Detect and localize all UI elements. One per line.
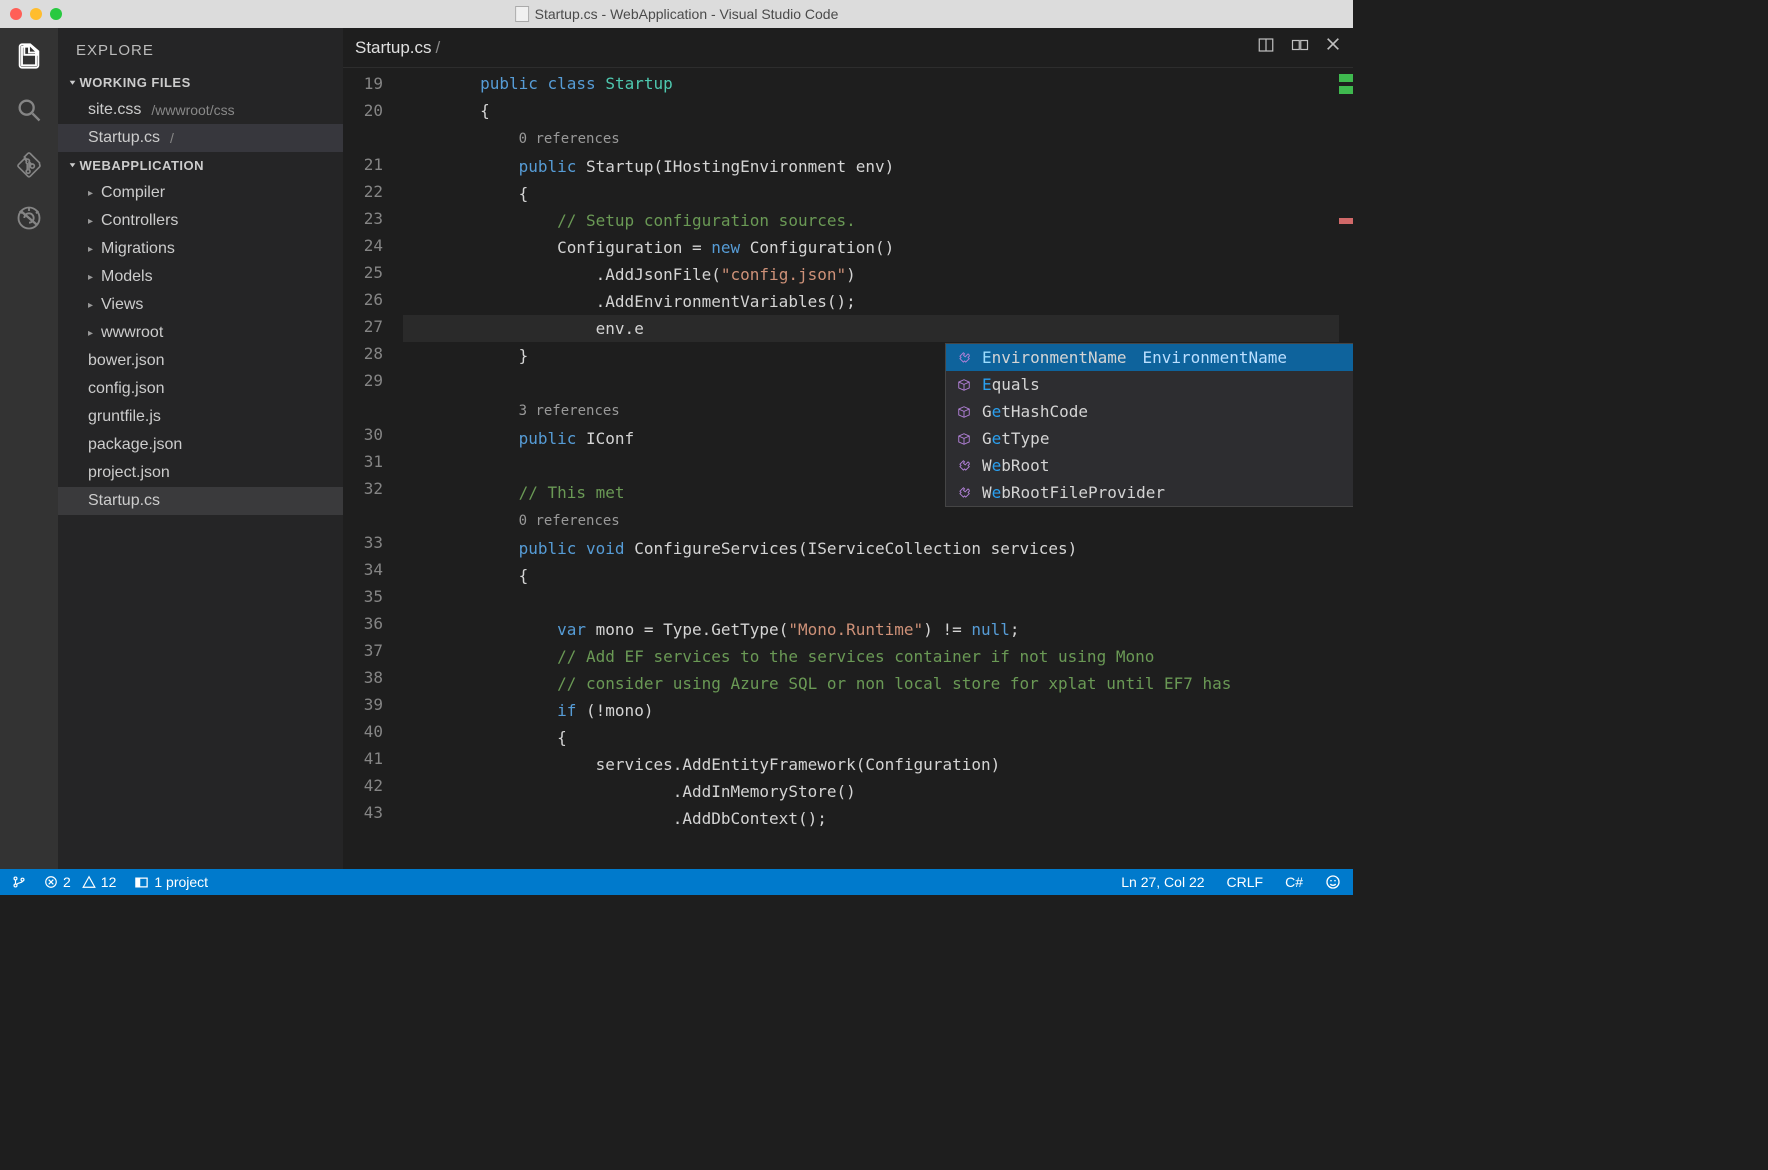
- debug-icon[interactable]: [13, 202, 45, 234]
- file-label: project.json: [88, 464, 170, 482]
- intellisense-item[interactable]: WebRootFileProvider: [946, 479, 1353, 506]
- git-branch-icon: [12, 875, 26, 889]
- close-editor-icon[interactable]: [1325, 36, 1341, 59]
- file-icon: [515, 6, 529, 22]
- minimap-marker: [1339, 74, 1353, 82]
- language-mode[interactable]: C#: [1285, 874, 1303, 890]
- method-icon: [956, 405, 972, 419]
- file-config-json[interactable]: config.json: [58, 375, 343, 403]
- intellisense-item[interactable]: GetHashCode: [946, 398, 1353, 425]
- chevron-right-icon: ▸: [88, 216, 93, 227]
- git-status[interactable]: [12, 875, 26, 889]
- file-label: bower.json: [88, 352, 165, 370]
- explorer-icon[interactable]: [13, 40, 45, 72]
- close-window-button[interactable]: [10, 8, 22, 20]
- working-file-startup-cs[interactable]: Startup.cs /: [58, 124, 343, 152]
- chevron-right-icon: ▸: [88, 244, 93, 255]
- folder-views[interactable]: ▸ Views: [58, 291, 343, 319]
- file-label: site.css: [88, 101, 141, 119]
- prop-icon: [956, 486, 972, 500]
- window-controls: [10, 8, 62, 20]
- prop-icon: [956, 459, 972, 473]
- warning-count: 12: [101, 874, 117, 890]
- folder-controllers[interactable]: ▸ Controllers: [58, 207, 343, 235]
- cursor-position[interactable]: Ln 27, Col 22: [1121, 874, 1204, 890]
- split-editor-icon[interactable]: [1257, 36, 1275, 59]
- editor-body[interactable]: 1920 212223242526272829 303132 333435363…: [343, 68, 1353, 869]
- git-icon[interactable]: [13, 148, 45, 180]
- folder-models[interactable]: ▸ Models: [58, 263, 343, 291]
- file-gruntfile-js[interactable]: gruntfile.js: [58, 403, 343, 431]
- sidebar-title: EXPLORE: [58, 28, 343, 69]
- file-Startup-cs[interactable]: Startup.cs: [58, 487, 343, 515]
- folder-label: wwwroot: [101, 324, 163, 342]
- folder-migrations[interactable]: ▸ Migrations: [58, 235, 343, 263]
- project-count: 1 project: [154, 874, 208, 890]
- project-status[interactable]: 1 project: [134, 874, 208, 890]
- file-project-json[interactable]: project.json: [58, 459, 343, 487]
- project-header[interactable]: ▾ WEBAPPLICATION: [58, 152, 343, 179]
- file-label: Startup.cs: [88, 129, 160, 147]
- window-title-text: Startup.cs - WebApplication - Visual Stu…: [535, 6, 839, 22]
- file-modified-indicator: /: [170, 130, 174, 146]
- file-hint: /wwwroot/css: [151, 102, 234, 118]
- chevron-right-icon: ▸: [88, 300, 93, 311]
- chevron-right-icon: ▸: [88, 188, 93, 199]
- folder-label: Models: [101, 268, 153, 286]
- file-label: gruntfile.js: [88, 408, 161, 426]
- intellisense-item[interactable]: GetType: [946, 425, 1353, 452]
- line-number-gutter: 1920 212223242526272829 303132 333435363…: [343, 68, 403, 869]
- maximize-window-button[interactable]: [50, 8, 62, 20]
- tab-bar: Startup.cs /: [343, 28, 1353, 68]
- working-files-label: WORKING FILES: [80, 75, 191, 90]
- folder-label: Migrations: [101, 240, 175, 258]
- minimap-marker: [1339, 86, 1353, 94]
- chevron-right-icon: ▸: [88, 272, 93, 283]
- project-icon: [134, 875, 149, 890]
- errors-warnings[interactable]: 2 12: [44, 874, 116, 890]
- error-count: 2: [63, 874, 71, 890]
- intellisense-item[interactable]: Equals: [946, 371, 1353, 398]
- minimap-marker: [1339, 218, 1353, 224]
- activity-bar: [0, 28, 58, 869]
- editor-actions: [1257, 36, 1341, 59]
- search-icon[interactable]: [13, 94, 45, 126]
- warning-icon: [82, 875, 96, 889]
- intellisense-item[interactable]: EnvironmentNameEnvironmentName: [946, 344, 1353, 371]
- error-icon: [44, 875, 58, 889]
- prop-icon: [956, 351, 972, 365]
- main-container: EXPLORE ▾ WORKING FILES site.css /wwwroo…: [0, 28, 1353, 869]
- file-label: config.json: [88, 380, 165, 398]
- feedback-icon[interactable]: [1325, 874, 1341, 890]
- intellisense-popup: EnvironmentNameEnvironmentNameEqualsGetH…: [945, 343, 1353, 507]
- file-package-json[interactable]: package.json: [58, 431, 343, 459]
- folder-compiler[interactable]: ▸ Compiler: [58, 179, 343, 207]
- compare-icon[interactable]: [1291, 36, 1309, 59]
- file-label: Startup.cs: [88, 492, 160, 510]
- method-icon: [956, 378, 972, 392]
- file-bower-json[interactable]: bower.json: [58, 347, 343, 375]
- editor-area: Startup.cs / 1920 212223242526272829 303…: [343, 28, 1353, 869]
- tab-modified-indicator: /: [436, 38, 441, 58]
- file-label: package.json: [88, 436, 182, 454]
- titlebar: Startup.cs - WebApplication - Visual Stu…: [0, 0, 1353, 28]
- status-bar: 2 12 1 project Ln 27, Col 22 CRLF C#: [0, 869, 1353, 895]
- method-icon: [956, 432, 972, 446]
- eol-indicator[interactable]: CRLF: [1227, 874, 1264, 890]
- minimize-window-button[interactable]: [30, 8, 42, 20]
- chevron-down-icon: ▾: [70, 79, 76, 87]
- folder-wwwroot[interactable]: ▸ wwwroot: [58, 319, 343, 347]
- chevron-down-icon: ▾: [70, 162, 76, 170]
- project-label: WEBAPPLICATION: [80, 158, 204, 173]
- intellisense-item[interactable]: WebRoot: [946, 452, 1353, 479]
- working-files-header[interactable]: ▾ WORKING FILES: [58, 69, 343, 96]
- window-title: Startup.cs - WebApplication - Visual Stu…: [515, 6, 839, 22]
- folder-label: Controllers: [101, 212, 178, 230]
- chevron-right-icon: ▸: [88, 328, 93, 339]
- folder-label: Views: [101, 296, 143, 314]
- open-tab[interactable]: Startup.cs: [355, 38, 432, 58]
- working-file-site-css[interactable]: site.css /wwwroot/css: [58, 96, 343, 124]
- sidebar: EXPLORE ▾ WORKING FILES site.css /wwwroo…: [58, 28, 343, 869]
- folder-label: Compiler: [101, 184, 165, 202]
